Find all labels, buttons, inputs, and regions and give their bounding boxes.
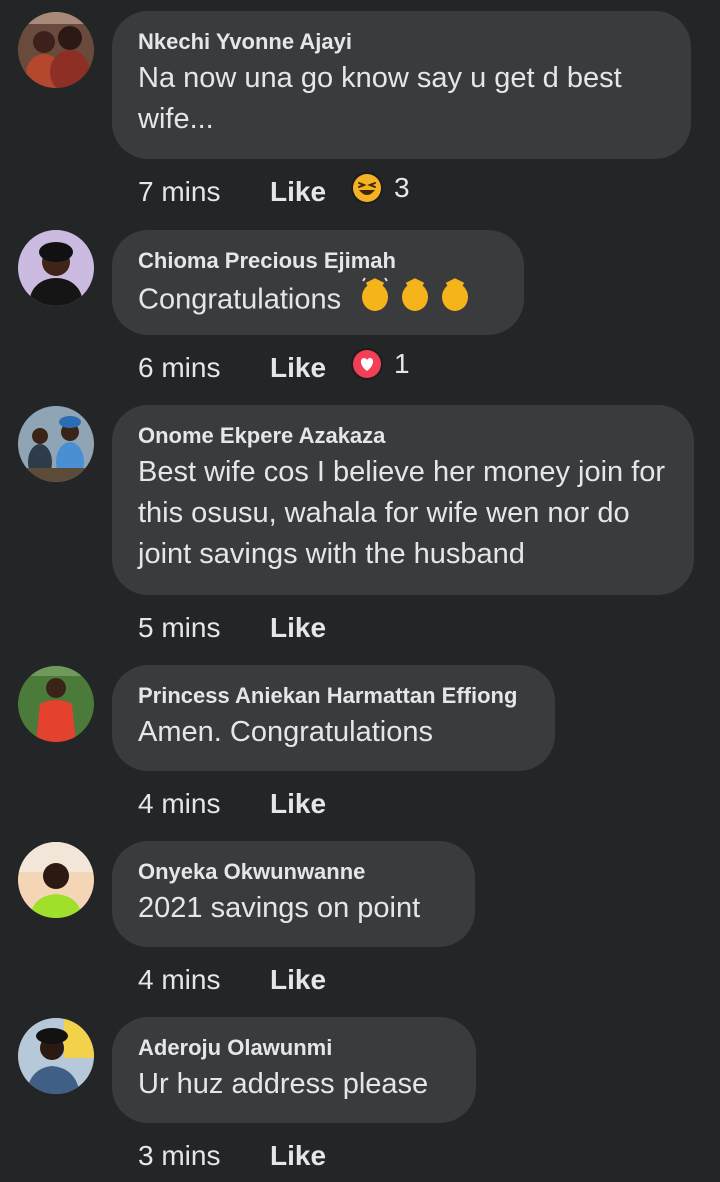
comment-author[interactable]: Princess Aniekan Harmattan Effiong — [138, 682, 529, 710]
comment-bubble: Nkechi Yvonne Ajayi Na now una go know s… — [112, 11, 691, 159]
comment-text: Amen. Congratulations — [138, 716, 433, 748]
reaction-count: 1 — [394, 348, 410, 379]
comment-actions: 4 mins Like — [138, 960, 326, 1000]
comment-text: Ur huz address please — [138, 1068, 429, 1100]
reaction-count: 3 — [394, 172, 410, 203]
reaction-summary[interactable]: 1 — [350, 347, 410, 381]
comment-timestamp[interactable]: 6 mins — [138, 352, 270, 384]
comment-actions: 3 mins Like — [138, 1136, 326, 1176]
comment-timestamp[interactable]: 7 mins — [138, 176, 270, 208]
comment-text: Na now una go know say u get d best wife… — [138, 62, 622, 135]
comment-text: Congratulations — [138, 275, 498, 325]
comment-timestamp[interactable]: 4 mins — [138, 788, 270, 820]
comment-timestamp[interactable]: 4 mins — [138, 964, 270, 996]
like-button[interactable]: Like — [270, 612, 326, 644]
reaction-summary[interactable]: 3 — [350, 171, 410, 205]
comment-bubble: Princess Aniekan Harmattan Effiong Amen.… — [112, 665, 555, 771]
like-button[interactable]: Like — [270, 788, 326, 820]
avatar[interactable] — [18, 842, 94, 918]
avatar[interactable] — [18, 1018, 94, 1094]
avatar[interactable] — [18, 230, 94, 306]
like-button[interactable]: Like — [270, 352, 326, 384]
avatar[interactable] — [18, 666, 94, 742]
comment-text-content: Congratulations — [138, 283, 342, 316]
comment-feed: Nkechi Yvonne Ajayi Na now una go know s… — [0, 0, 720, 1182]
comment-text: 2021 savings on point — [138, 892, 421, 924]
comment-actions: 5 mins Like — [138, 608, 326, 648]
comment-bubble: Onome Ekpere Azakaza Best wife cos I bel… — [112, 405, 694, 595]
clapping-hands-icon — [357, 275, 477, 325]
comment-author[interactable]: Nkechi Yvonne Ajayi — [138, 28, 665, 56]
comment-author[interactable]: Onyeka Okwunwanne — [138, 858, 449, 886]
comment-bubble: Aderoju Olawunmi Ur huz address please — [112, 1017, 476, 1123]
like-button[interactable]: Like — [270, 1140, 326, 1172]
avatar[interactable] — [18, 12, 94, 88]
avatar[interactable] — [18, 406, 94, 482]
comment-author[interactable]: Aderoju Olawunmi — [138, 1034, 450, 1062]
comment-timestamp[interactable]: 5 mins — [138, 612, 270, 644]
comment-author[interactable]: Onome Ekpere Azakaza — [138, 422, 668, 450]
comment-actions: 6 mins Like 1 — [138, 348, 410, 388]
comment-actions: 4 mins Like — [138, 784, 326, 824]
comment-author[interactable]: Chioma Precious Ejimah — [138, 247, 498, 275]
like-button[interactable]: Like — [270, 964, 326, 996]
comment-bubble: Onyeka Okwunwanne 2021 savings on point — [112, 841, 475, 947]
love-reaction-icon — [351, 348, 384, 380]
comment-bubble: Chioma Precious Ejimah Congratulations — [112, 230, 524, 335]
comment-actions: 7 mins Like 3 — [138, 172, 410, 212]
laugh-reaction-icon — [351, 172, 384, 204]
comment-text: Best wife cos I believe her money join f… — [138, 456, 666, 570]
like-button[interactable]: Like — [270, 176, 326, 208]
comment-timestamp[interactable]: 3 mins — [138, 1140, 270, 1172]
